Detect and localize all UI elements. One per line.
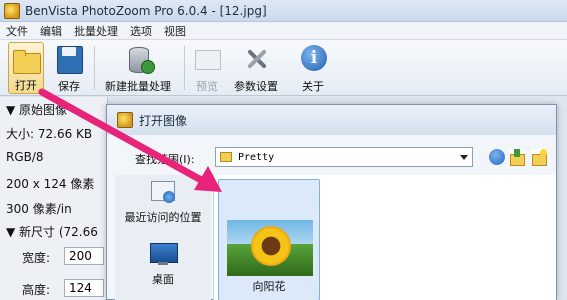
menu-options[interactable]: 选项 — [130, 23, 152, 39]
file-name: 向阳花 — [252, 280, 286, 293]
menu-bar: 文件 编辑 批量处理 选项 视图 — [0, 22, 567, 40]
dialog-title: 打开图像 — [139, 113, 188, 128]
save-button-label: 保存 — [58, 80, 80, 93]
image-info-panel: ▼ 原始图像 大小: 72.66 KB RGB/8 200 x 124 像素 3… — [0, 97, 108, 300]
recent-places-icon — [148, 179, 178, 205]
resolution-text: 300 像素/in — [6, 202, 72, 216]
look-in-value: Pretty — [238, 151, 275, 163]
dialog-app-icon — [117, 112, 133, 128]
open-folder-icon — [11, 45, 41, 74]
menu-file[interactable]: 文件 — [6, 23, 28, 39]
open-image-dialog: 打开图像 查找范围(I): Pretty 最近访问的位置 桌面 向阳花 — [106, 104, 557, 300]
sunflower-thumbnail — [227, 220, 313, 276]
settings-button[interactable]: 参数设置 — [230, 42, 282, 94]
place-recent[interactable]: 最近访问的位置 — [115, 179, 211, 225]
place-recent-label: 最近访问的位置 — [124, 211, 202, 224]
about-button-label: 关于 — [302, 80, 324, 93]
menu-edit[interactable]: 编辑 — [40, 23, 62, 39]
menu-batch[interactable]: 批量处理 — [74, 23, 118, 39]
toolbar-separator — [94, 46, 95, 90]
back-arrow-icon[interactable] — [489, 149, 505, 165]
original-image-header[interactable]: ▼ 原始图像 — [6, 101, 67, 118]
new-batch-button-label: 新建批量处理 — [105, 80, 171, 93]
folder-icon — [220, 152, 232, 162]
file-list: 向阳花 — [213, 175, 556, 300]
color-mode-text: RGB/8 — [6, 150, 44, 164]
width-input[interactable]: 200 — [64, 247, 104, 265]
chevron-down-icon — [460, 155, 468, 160]
new-size-header[interactable]: ▼ 新尺寸 (72.66 — [6, 223, 98, 240]
up-folder-icon[interactable] — [509, 149, 525, 166]
look-in-dropdown[interactable]: Pretty — [215, 147, 473, 167]
app-logo-icon — [4, 2, 20, 19]
save-button[interactable]: 保存 — [52, 42, 86, 94]
new-folder-icon[interactable] — [531, 149, 547, 166]
settings-button-label: 参数设置 — [234, 80, 278, 93]
toolbar: 打开 保存 新建批量处理 预览 参数设置 关于 — [0, 40, 567, 96]
toolbar-separator — [184, 46, 185, 90]
save-disk-icon — [54, 44, 84, 74]
open-button[interactable]: 打开 — [8, 42, 44, 94]
tools-icon — [241, 44, 271, 74]
places-sidebar: 最近访问的位置 桌面 — [115, 175, 211, 300]
file-item[interactable]: 向阳花 — [218, 179, 320, 300]
height-input[interactable]: 124 — [64, 279, 104, 297]
about-button[interactable]: 关于 — [296, 42, 330, 94]
preview-button-label: 预览 — [196, 80, 218, 93]
title-bar: BenVista PhotoZoom Pro 6.0.4 - [12.jpg] — [0, 0, 567, 22]
file-size-text: 大小: 72.66 KB — [6, 127, 93, 141]
place-desktop[interactable]: 桌面 — [115, 241, 211, 287]
height-label: 高度: — [22, 283, 51, 297]
dimensions-text: 200 x 124 像素 — [6, 177, 95, 191]
preview-button[interactable]: 预览 — [190, 42, 224, 94]
open-button-label: 打开 — [15, 79, 37, 92]
desktop-icon — [148, 241, 178, 267]
info-icon — [298, 44, 328, 74]
width-label: 宽度: — [22, 251, 51, 265]
preview-icon — [192, 44, 222, 74]
new-batch-button[interactable]: 新建批量处理 — [100, 42, 176, 94]
window-title: BenVista PhotoZoom Pro 6.0.4 - [12.jpg] — [25, 3, 267, 18]
batch-database-icon — [123, 44, 155, 74]
look-in-label: 查找范围(I): — [135, 153, 195, 166]
dialog-title-bar: 打开图像 — [107, 105, 556, 135]
place-desktop-label: 桌面 — [152, 273, 174, 286]
menu-view[interactable]: 视图 — [164, 23, 186, 39]
